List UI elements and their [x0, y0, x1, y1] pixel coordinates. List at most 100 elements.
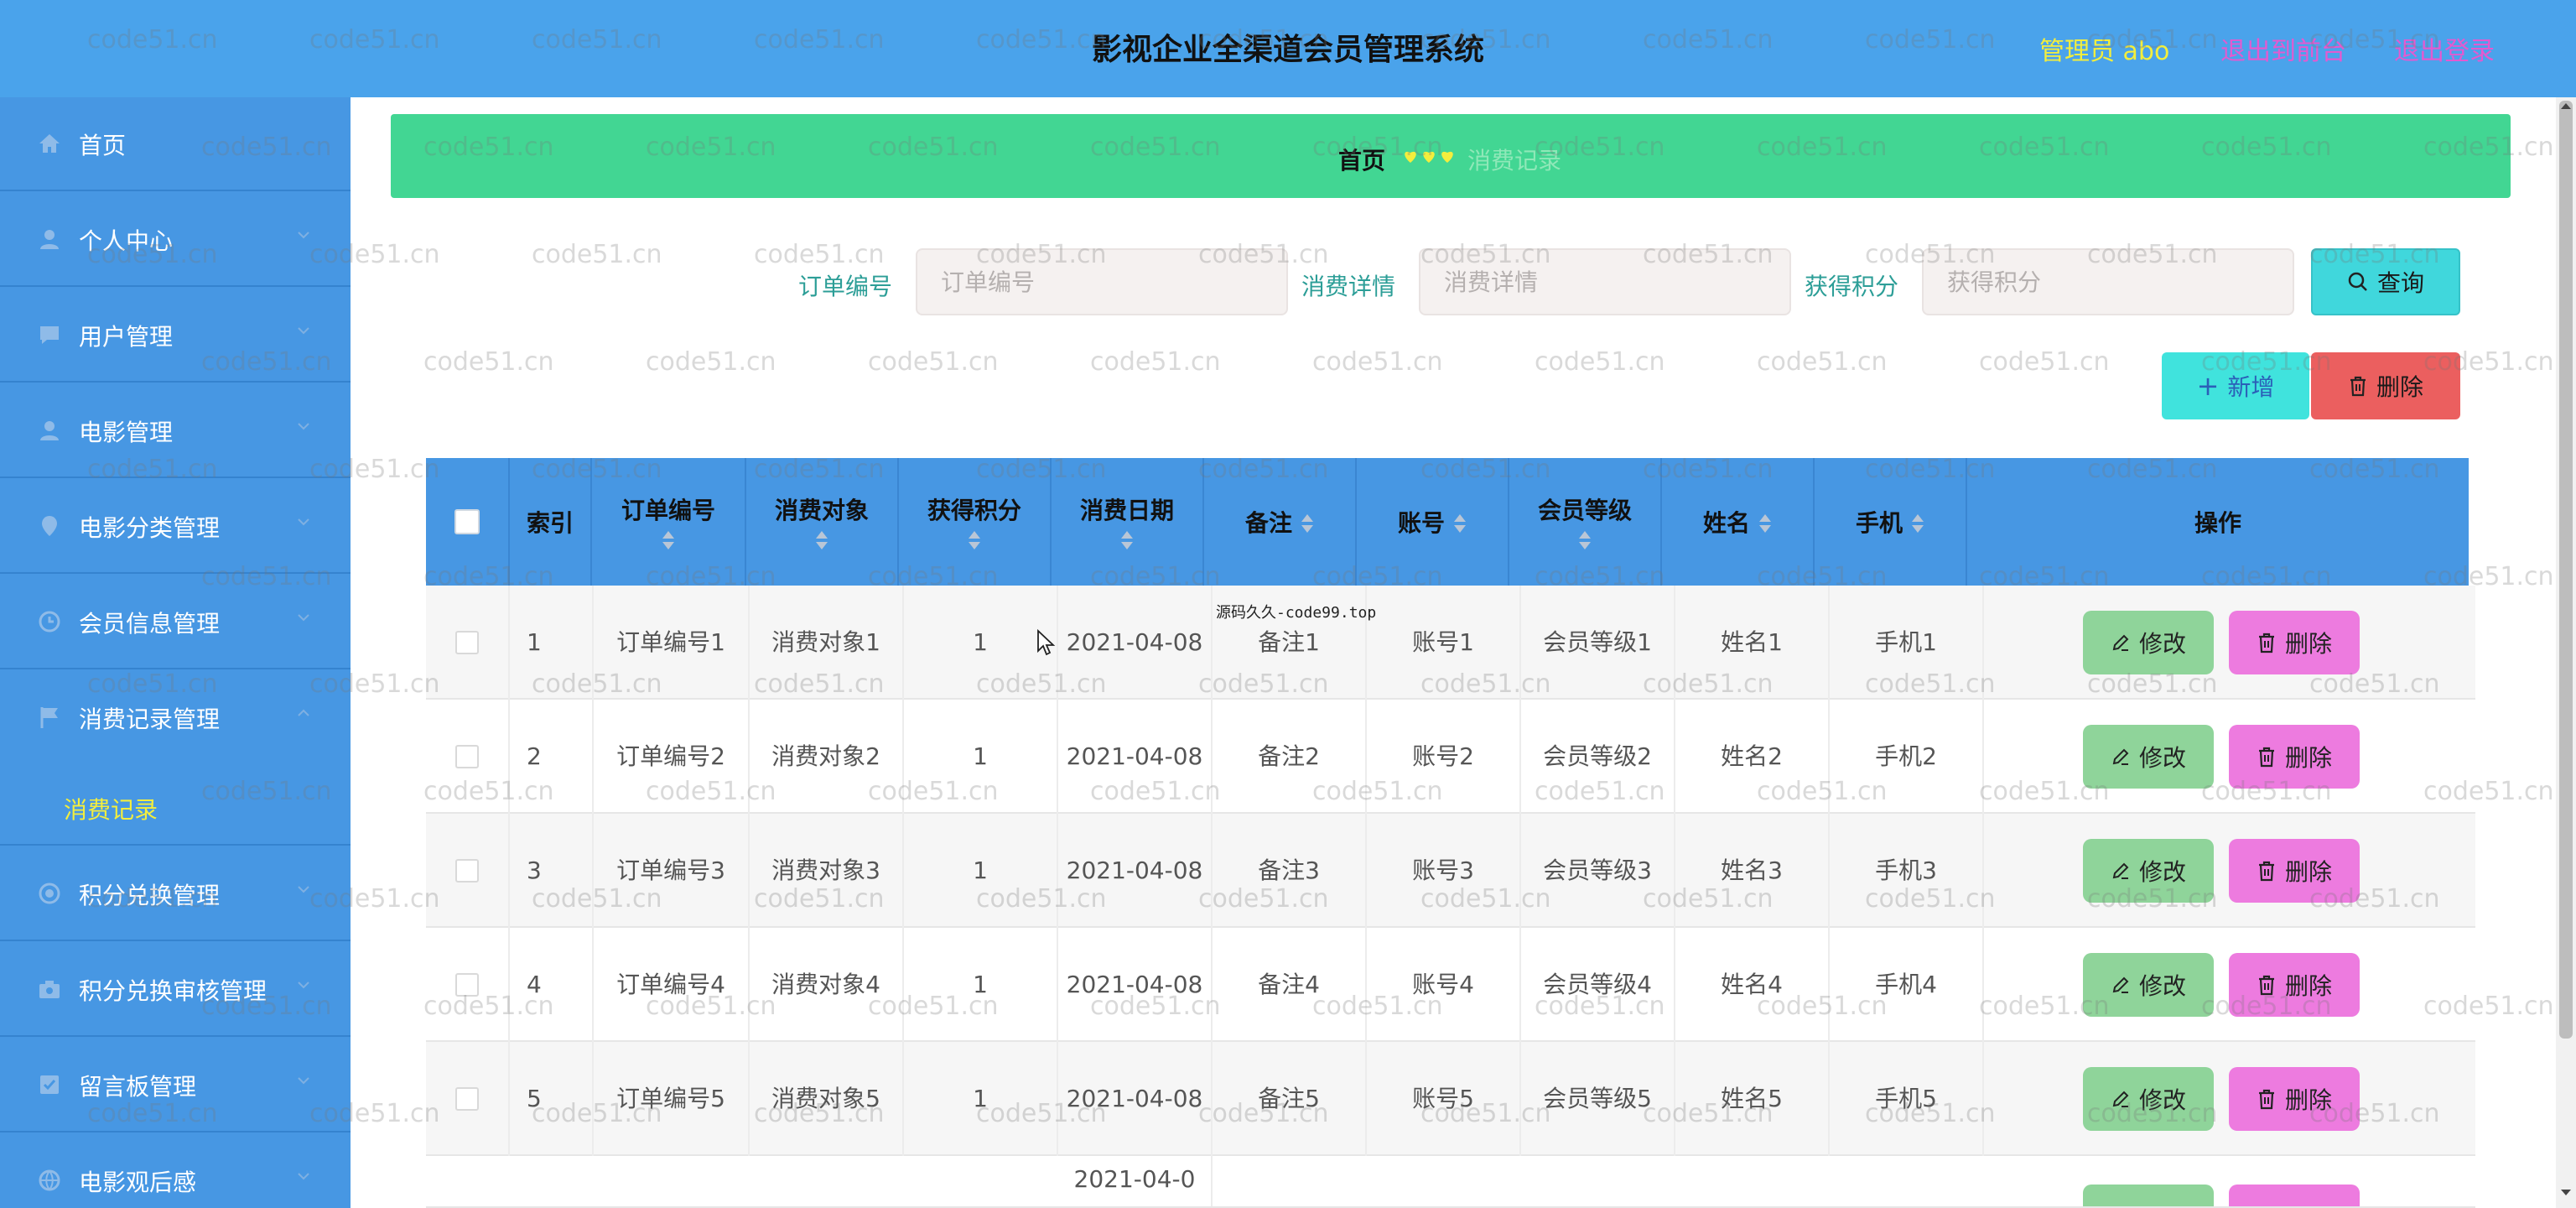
column-header-date[interactable]: 消费日期	[1052, 458, 1204, 586]
select-all-header	[426, 458, 510, 586]
sort-icon[interactable]	[968, 531, 981, 551]
edit-icon	[2112, 748, 2129, 765]
row-checkbox[interactable]	[455, 973, 479, 997]
cell-phone: 手机3	[1830, 814, 1984, 928]
sidebar-item-home[interactable]: 首页	[0, 97, 351, 191]
edit-button[interactable]	[2083, 1185, 2214, 1206]
vertical-scrollbar[interactable]	[2556, 97, 2576, 1208]
cell-account: 账号1	[1367, 586, 1521, 700]
sidebar-item-member-info-management[interactable]: 会员信息管理	[0, 575, 351, 669]
flag-icon	[35, 703, 64, 732]
row-checkbox[interactable]	[455, 631, 479, 654]
sidebar-subitem-label: 消费记录	[64, 796, 158, 824]
clock-icon	[35, 607, 64, 636]
cell-points: 1	[904, 928, 1058, 1042]
delete-button[interactable]	[2229, 1185, 2360, 1206]
delete-button[interactable]: 删除	[2229, 1067, 2360, 1131]
sort-icon[interactable]	[1301, 514, 1314, 534]
sidebar-item-consumption-record-management[interactable]: 消费记录管理	[0, 671, 351, 765]
column-header-order-no[interactable]: 订单编号	[592, 458, 746, 586]
row-checkbox[interactable]	[455, 859, 479, 883]
edit-button-label: 修改	[2138, 858, 2186, 886]
overlay-source-note: 源码久久-code99.top	[1216, 604, 1377, 622]
delete-button[interactable]: 删除	[2229, 839, 2360, 903]
sort-icon[interactable]	[1453, 514, 1467, 534]
sort-icon[interactable]	[1120, 531, 1134, 551]
sidebar-item-personal-center[interactable]: 个人中心	[0, 193, 351, 287]
search-label-consumption-detail: 消费详情	[1301, 273, 1396, 300]
cell-note: 备注2	[1213, 700, 1367, 814]
cell-index: 1	[510, 586, 594, 700]
sidebar-item-label: 积分兑换管理	[79, 882, 221, 909]
cell-phone: 手机5	[1830, 1042, 1984, 1156]
delete-button[interactable]: 删除	[2229, 953, 2360, 1017]
cell-name: 姓名5	[1675, 1042, 1830, 1156]
exit-to-front-link[interactable]: 退出到前台	[2220, 30, 2346, 67]
table-row: 4 订单编号4 消费对象4 1 2021-04-08 备注4 账号4 会员等级4…	[426, 928, 2475, 1042]
column-header-level[interactable]: 会员等级	[1509, 458, 1662, 586]
chevron-up-icon	[298, 709, 309, 716]
watermark-text: code51.cn	[868, 347, 999, 377]
search-label-order-no: 订单编号	[798, 273, 893, 300]
sidebar-item-movie-management[interactable]: 电影管理	[0, 384, 351, 478]
column-header-name[interactable]: 姓名	[1662, 458, 1815, 586]
delete-button[interactable]: 删除	[2229, 725, 2360, 789]
scroll-up-arrow-icon[interactable]	[2559, 101, 2573, 111]
watermark-text: code51.cn	[1312, 347, 1443, 377]
column-header-note[interactable]: 备注	[1204, 458, 1357, 586]
column-header-account[interactable]: 账号	[1357, 458, 1509, 586]
sidebar-item-movie-review[interactable]: 电影观后感	[0, 1134, 351, 1208]
column-header-target[interactable]: 消费对象	[746, 458, 899, 586]
cell-level: 会员等级4	[1521, 928, 1675, 1042]
column-header-points[interactable]: 获得积分	[899, 458, 1052, 586]
sort-icon[interactable]	[662, 531, 675, 551]
points-input[interactable]	[1922, 248, 2294, 315]
row-checkbox[interactable]	[455, 745, 479, 768]
row-checkbox[interactable]	[455, 1087, 479, 1111]
edit-button[interactable]: 修改	[2083, 725, 2214, 789]
edit-button[interactable]: 修改	[2083, 611, 2214, 674]
add-button[interactable]: + 新增	[2162, 352, 2309, 419]
edit-button[interactable]: 修改	[2083, 953, 2214, 1017]
table-row: 2021-04-0	[426, 1156, 2475, 1208]
cell-name: 姓名2	[1675, 700, 1830, 814]
sort-icon[interactable]	[1911, 514, 1924, 534]
edit-button-label: 修改	[2138, 630, 2186, 658]
delete-button[interactable]: 删除	[2229, 611, 2360, 674]
sidebar-item-label: 电影管理	[79, 419, 174, 446]
edit-button[interactable]: 修改	[2083, 839, 2214, 903]
sidebar-item-movie-category-management[interactable]: 电影分类管理	[0, 480, 351, 574]
cell-date: 2021-04-08	[1058, 814, 1213, 928]
query-button[interactable]: 查询	[2311, 248, 2460, 315]
consumption-detail-input[interactable]	[1419, 248, 1791, 315]
scrollbar-thumb[interactable]	[2559, 101, 2573, 1039]
sort-icon[interactable]	[1578, 531, 1592, 551]
column-header-actions: 操作	[2194, 509, 2241, 537]
search-label-points: 获得积分	[1805, 273, 1899, 300]
cell-points: 1	[904, 1042, 1058, 1156]
sidebar-subitem-consumption-record[interactable]: 消费记录	[0, 765, 351, 846]
logout-link[interactable]: 退出登录	[2394, 30, 2495, 67]
sidebar-item-points-exchange-review-management[interactable]: 积分兑换审核管理	[0, 943, 351, 1037]
cell-target: 消费对象1	[750, 586, 904, 700]
sidebar-item-user-management[interactable]: 用户管理	[0, 289, 351, 383]
scroll-down-arrow-icon[interactable]	[2559, 1188, 2573, 1198]
edit-icon	[2112, 634, 2129, 651]
sort-icon[interactable]	[815, 531, 828, 551]
chevron-down-icon	[298, 518, 309, 526]
select-all-checkbox[interactable]	[454, 509, 480, 534]
sidebar-item-message-board-management[interactable]: 留言板管理	[0, 1039, 351, 1132]
batch-delete-button[interactable]: 删除	[2311, 352, 2460, 419]
edit-button[interactable]: 修改	[2083, 1067, 2214, 1131]
cell-date: 2021-04-08	[1058, 586, 1213, 700]
column-header-phone[interactable]: 手机	[1815, 458, 1967, 586]
sort-icon[interactable]	[1758, 514, 1772, 534]
order-no-input[interactable]	[916, 248, 1288, 315]
watermark-text: code51.cn	[1757, 347, 1888, 377]
table-row: 1 订单编号1 消费对象1 1 2021-04-08 备注1 账号1 会员等级1…	[426, 586, 2475, 700]
add-button-label: 新增	[2227, 373, 2275, 401]
sidebar-item-points-exchange-management[interactable]: 积分兑换管理	[0, 847, 351, 941]
user-icon	[35, 416, 64, 445]
breadcrumb-home[interactable]: 首页	[1338, 143, 1385, 176]
cell-index: 3	[510, 814, 594, 928]
